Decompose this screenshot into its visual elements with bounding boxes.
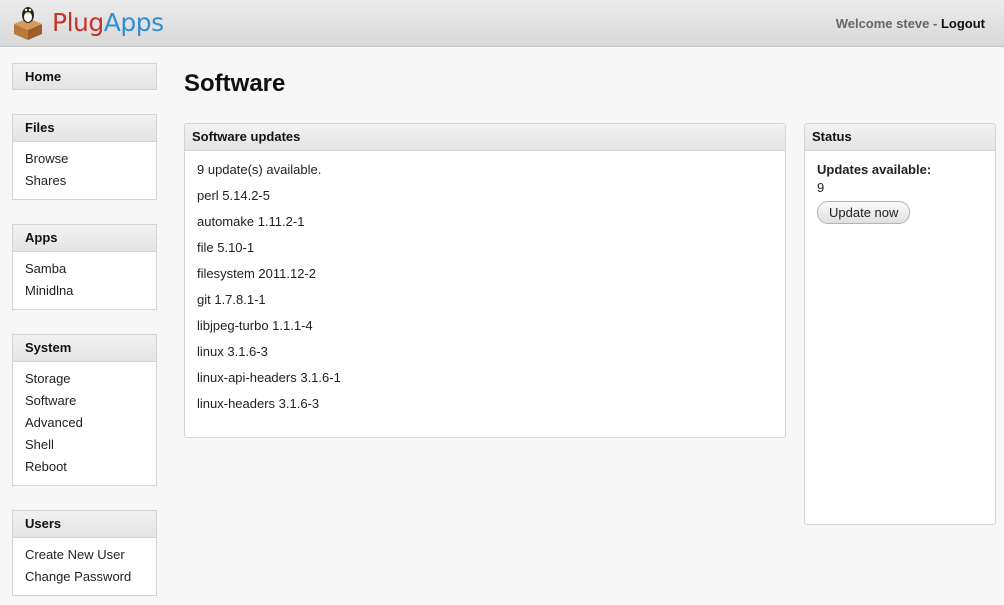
tux-on-box-icon [14,7,42,40]
updates-available-count: 9 [817,180,825,195]
brand-logo[interactable]: PlugApps [52,8,164,37]
sidebar-section-title: Apps [13,225,156,252]
sidebar-section-system: System Storage Software Advanced Shell R… [12,334,157,486]
user-info: Welcome steve - Logout [836,16,985,31]
page-title: Software [184,70,286,97]
update-now-button[interactable]: Update now [817,201,911,224]
sidebar-section-files: Files Browse Shares [12,114,157,200]
package-item: git 1.7.8.1-1 [197,292,266,307]
sidebar-item-software[interactable]: Software [25,391,144,413]
package-item: linux-api-headers 3.1.6-1 [197,370,341,385]
package-item: filesystem 2011.12-2 [197,266,316,281]
updates-summary: 9 update(s) available. [197,162,322,177]
sidebar-item-create-new-user[interactable]: Create New User [25,545,144,567]
package-item: file 5.10-1 [197,240,255,255]
sidebar-section-title: System [13,335,156,362]
separator: - [929,16,941,31]
sidebar-section-users: Users Create New User Change Password [12,510,157,596]
sidebar-home[interactable]: Home [12,63,157,90]
package-item: automake 1.11.2-1 [197,214,305,229]
sidebar-item-shares[interactable]: Shares [25,171,144,193]
sidebar-item-browse[interactable]: Browse [25,149,144,171]
sidebar-item-samba[interactable]: Samba [25,259,144,281]
welcome-text: Welcome steve [835,16,930,31]
brand-part1: Plug [52,8,104,37]
logout-link[interactable]: Logout [941,16,985,31]
package-item: libjpeg-turbo 1.1.1-4 [197,318,313,333]
sidebar-item-minidlna[interactable]: Minidlna [25,281,144,303]
package-item: linux-headers 3.1.6-3 [197,396,320,411]
updates-available-label: Updates available: [817,162,932,177]
sidebar-item-advanced[interactable]: Advanced [25,413,144,435]
sidebar-section-apps: Apps Samba Minidlna [12,224,157,310]
sidebar-section-title: Files [13,115,156,142]
sidebar-item-change-password[interactable]: Change Password [25,567,144,589]
status-panel: Status Updates available: 9 Update now [804,123,996,525]
package-item: perl 5.14.2-5 [197,188,270,203]
panel-title: Software updates [185,124,785,151]
software-updates-panel: Software updates 9 update(s) available. … [184,123,786,438]
sidebar-item-reboot[interactable]: Reboot [25,457,144,479]
brand-part2: Apps [103,8,164,37]
sidebar-item-shell[interactable]: Shell [25,435,144,457]
top-header: PlugApps Welcome steve - Logout [0,0,1004,47]
sidebar-item-storage[interactable]: Storage [25,369,144,391]
sidebar-section-title: Users [13,511,156,538]
package-item: linux 3.1.6-3 [197,344,268,359]
panel-title: Status [805,124,995,151]
